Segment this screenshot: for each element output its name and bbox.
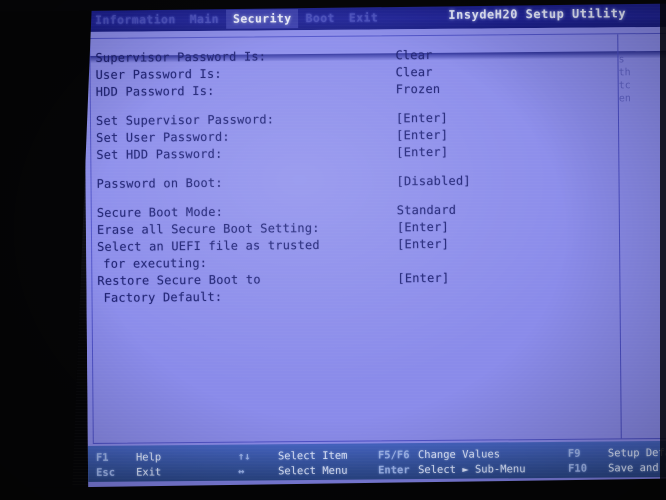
setting-value: [Enter]: [397, 270, 450, 286]
key-hint-column-1: F1 Help Esc Exit: [96, 450, 162, 481]
menu-tab-main[interactable]: Main: [183, 9, 226, 28]
key-name: F9: [567, 447, 581, 460]
setting-label: Set HDD Password:: [96, 146, 223, 162]
key-hint-bar: F1 Help Esc Exit ↑↓ Select Item ↔ Select…: [87, 440, 666, 482]
help-pane-line: en: [618, 93, 631, 105]
setting-value: Clear: [395, 64, 433, 80]
key-hint-column-2: ↑↓ Select Item ↔ Select Menu: [238, 449, 348, 480]
key-desc: Select ► Sub-Menu: [417, 463, 526, 477]
setting-label-continued: Factory Default:: [103, 289, 223, 305]
setting-value: [Enter]: [395, 110, 449, 126]
bios-setup-screen: Information Main Security Boot Exit Insy…: [84, 2, 666, 490]
bezel-left: [0, 0, 92, 500]
setting-value: Frozen: [395, 81, 441, 97]
key-desc: Exit: [136, 466, 162, 479]
help-pane-line: th: [618, 67, 631, 79]
setting-value: [Enter]: [396, 144, 449, 160]
key-desc: Change Values: [417, 448, 501, 462]
setting-label: Password on Boot:: [96, 175, 223, 191]
key-name: F5/F6: [377, 449, 410, 462]
key-desc: Select Menu: [277, 464, 348, 478]
menu-tab-exit[interactable]: Exit: [342, 8, 385, 27]
utility-title: InsydeH20 Setup Utility: [448, 6, 627, 22]
key-desc: Select Item: [277, 449, 348, 463]
bezel-right: [660, 0, 666, 500]
key-hint-select-item[interactable]: ↑↓ Select Item: [238, 449, 348, 465]
help-pane: s th tc en: [618, 53, 666, 106]
setting-label: HDD Password Is:: [95, 83, 215, 99]
settings-list: Supervisor Password Is: Clear User Passw…: [95, 45, 602, 306]
key-hint-esc-exit[interactable]: Esc Exit: [96, 465, 161, 481]
key-hint-setup-defaults[interactable]: F9 Setup Defaults: [568, 446, 666, 462]
setting-value: [Disabled]: [396, 173, 471, 189]
menu-tab-information[interactable]: Information: [88, 10, 183, 30]
help-pane-line: s: [618, 54, 625, 66]
setting-value: Clear: [395, 47, 433, 63]
key-name: ↑↓: [237, 450, 251, 463]
settings-body: Supervisor Password Is: Clear User Passw…: [84, 26, 666, 446]
key-name: Enter: [377, 464, 410, 477]
key-hint-f1-help[interactable]: F1 Help: [96, 450, 161, 466]
key-desc: Help: [135, 451, 162, 464]
key-hint-select-menu[interactable]: ↔ Select Menu: [238, 464, 348, 480]
menu-tab-security[interactable]: Security: [225, 8, 299, 29]
key-hint-change-values[interactable]: F5/F6 Change Values: [378, 447, 526, 463]
key-hint-column-3: F5/F6 Change Values Enter Select ► Sub-M…: [378, 447, 526, 478]
key-desc: Setup Defaults: [607, 446, 666, 460]
setting-value: [Enter]: [396, 219, 449, 235]
key-hint-save-and-exit[interactable]: F10 Save and Exit: [568, 461, 666, 477]
key-hint-select-sub-menu[interactable]: Enter Select ► Sub-Menu: [378, 462, 526, 478]
photo-of-laptop-screen: Information Main Security Boot Exit Insy…: [0, 0, 666, 500]
key-desc: Save and Exit: [607, 462, 666, 475]
key-name: Esc: [96, 466, 116, 479]
menu-tab-boot[interactable]: Boot: [298, 8, 341, 27]
key-name: ↔: [237, 465, 245, 478]
setting-value: [Enter]: [397, 236, 450, 252]
setting-value: [Enter]: [396, 127, 449, 143]
setting-value: Standard: [396, 202, 457, 218]
help-pane-line: tc: [618, 80, 631, 92]
key-name: F1: [95, 451, 109, 464]
key-hint-column-4: F9 Setup Defaults F10 Save and Exit: [568, 446, 666, 477]
key-name: F10: [567, 462, 588, 475]
